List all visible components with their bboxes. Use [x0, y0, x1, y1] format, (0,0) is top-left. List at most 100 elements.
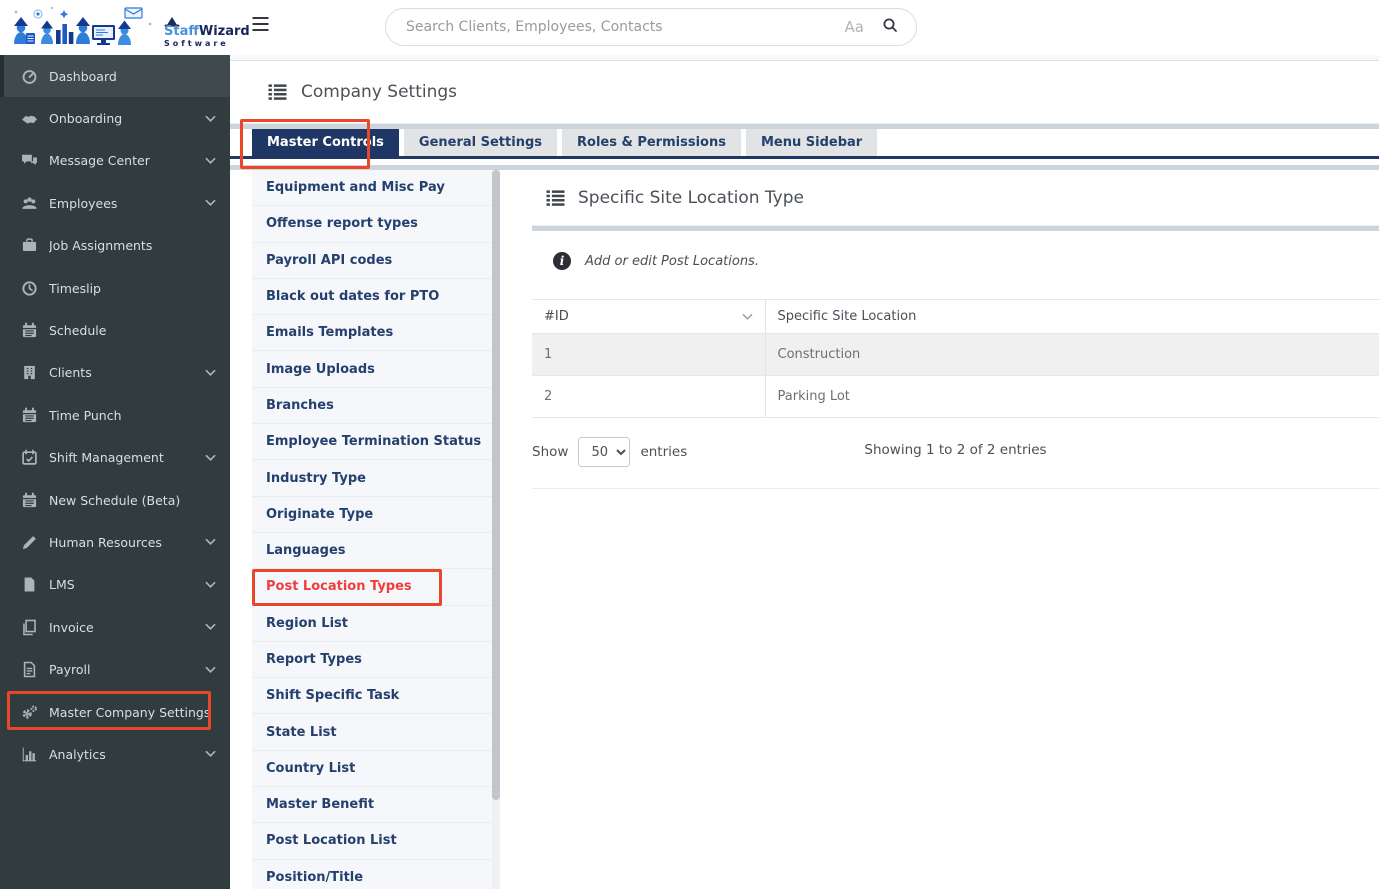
app-window: StaffWizard Software Aa Dashboard Onboar… [0, 0, 1379, 889]
sidebar-item-message-center[interactable]: Message Center [0, 140, 230, 182]
sidebar-item-onboarding[interactable]: Onboarding [0, 97, 230, 139]
sidebar: Dashboard Onboarding Message Center Empl… [0, 55, 230, 889]
brand-name-part1: Staff [164, 24, 199, 39]
clock-icon [22, 281, 37, 296]
chevron-down-icon [205, 624, 216, 631]
settings-item-image-uploads[interactable]: Image Uploads [252, 351, 492, 388]
settings-category-list: Equipment and Misc Pay Offense report ty… [252, 170, 500, 889]
list-scrollbar-thumb[interactable] [492, 170, 500, 800]
chevron-down-icon [205, 369, 216, 376]
chevron-down-icon [205, 751, 216, 758]
settings-item-region-list[interactable]: Region List [252, 606, 492, 642]
sidebar-item-label: Analytics [49, 746, 106, 762]
panel-bottom-divider [532, 488, 1379, 489]
info-text: Add or edit Post Locations. [585, 253, 759, 269]
entries-summary: Showing 1 to 2 of 2 entries [864, 442, 1047, 458]
dashboard-icon [22, 69, 37, 84]
sidebar-item-dashboard[interactable]: Dashboard [0, 55, 230, 98]
cell-id: 2 [532, 375, 766, 418]
sidebar-item-human-resources[interactable]: Human Resources [0, 521, 230, 563]
sidebar-item-employees[interactable]: Employees [0, 182, 230, 224]
sidebar-item-time-punch[interactable]: Time Punch [0, 394, 230, 436]
settings-item-post-location-list[interactable]: Post Location List [252, 823, 492, 860]
logo-illustration [14, 6, 152, 45]
list-scrollbar-track[interactable] [492, 170, 500, 889]
post-locations-table: #ID Specific Site Location 1 Constructio… [532, 299, 1379, 418]
sidebar-item-label: Shift Management [49, 450, 164, 466]
calendar-check-icon [22, 449, 37, 465]
file-icon [24, 577, 35, 592]
table-row[interactable]: 1 Construction [532, 333, 1379, 376]
chevron-down-icon [205, 666, 216, 673]
settings-item-equipment-and-misc-pay[interactable]: Equipment and Misc Pay [252, 170, 492, 207]
sidebar-item-shift-management[interactable]: Shift Management [0, 437, 230, 479]
column-header-id[interactable]: #ID [532, 299, 766, 334]
handshake-icon [22, 115, 37, 124]
settings-item-state-list[interactable]: State List [252, 714, 492, 751]
settings-item-branches[interactable]: Branches [252, 388, 492, 425]
menu-toggle-icon[interactable] [252, 16, 269, 31]
pencil-icon [22, 536, 36, 550]
sidebar-item-schedule[interactable]: Schedule [0, 309, 230, 351]
sidebar-item-payroll[interactable]: Payroll [0, 648, 230, 690]
settings-item-offense-report-types[interactable]: Offense report types [252, 206, 492, 243]
tab-roles-permissions[interactable]: Roles & Permissions [562, 129, 741, 156]
sidebar-item-label: Timeslip [49, 280, 101, 296]
sidebar-item-clients[interactable]: Clients [0, 352, 230, 394]
staffwizard-logo[interactable]: StaffWizard Software [8, 2, 250, 50]
info-icon: i [553, 252, 571, 270]
sidebar-item-label: Schedule [49, 323, 107, 339]
main-content: Company Settings Master Controls General… [230, 55, 1379, 889]
settings-item-country-list[interactable]: Country List [252, 751, 492, 788]
sidebar-item-label: LMS [49, 577, 75, 593]
entries-label: entries [640, 444, 688, 460]
sidebar-item-label: Message Center [49, 153, 150, 169]
chevron-down-icon [205, 539, 216, 546]
cell-id: 1 [532, 333, 766, 376]
settings-item-employee-termination-status[interactable]: Employee Termination Status [252, 424, 492, 461]
sidebar-item-analytics[interactable]: Analytics [0, 733, 230, 775]
sort-chevron-icon [742, 313, 752, 320]
sidebar-item-new-schedule-beta[interactable]: New Schedule (Beta) [0, 479, 230, 521]
sidebar-item-label: New Schedule (Beta) [49, 492, 181, 508]
column-header-location[interactable]: Specific Site Location [765, 299, 1379, 334]
chevron-down-icon [205, 157, 216, 164]
chevron-down-icon [205, 581, 216, 588]
page-header: Company Settings [230, 61, 1379, 124]
settings-item-position-title[interactable]: Position/Title [252, 860, 492, 889]
sidebar-item-label: Employees [49, 195, 118, 211]
settings-item-report-types[interactable]: Report Types [252, 642, 492, 679]
search-input[interactable] [406, 19, 845, 35]
settings-item-master-benefit[interactable]: Master Benefit [252, 787, 492, 824]
settings-item-emails-templates[interactable]: Emails Templates [252, 315, 492, 352]
sidebar-item-timeslip[interactable]: Timeslip [0, 267, 230, 309]
brand-name-part2: Wizard [198, 24, 250, 39]
panel-header: Specific Site Location Type [532, 170, 1379, 226]
sidebar-item-master-company-settings[interactable]: Master Company Settings [0, 691, 230, 733]
list-icon [546, 189, 565, 206]
sidebar-item-job-assignments[interactable]: Job Assignments [0, 225, 230, 267]
sidebar-item-lms[interactable]: LMS [0, 564, 230, 606]
settings-item-languages[interactable]: Languages [252, 533, 492, 570]
settings-item-originate-type[interactable]: Originate Type [252, 497, 492, 533]
sidebar-item-invoice[interactable]: Invoice [0, 606, 230, 648]
tabs: Master Controls General Settings Roles &… [230, 129, 1379, 159]
tab-master-controls[interactable]: Master Controls [252, 129, 399, 156]
page-size-select[interactable]: 50 [578, 437, 631, 467]
settings-item-shift-specific-task[interactable]: Shift Specific Task [252, 678, 492, 715]
table-row[interactable]: 2 Parking Lot [532, 375, 1379, 418]
cell-location: Construction [765, 333, 1379, 376]
tab-general-settings[interactable]: General Settings [403, 129, 557, 156]
settings-item-payroll-api-codes[interactable]: Payroll API codes [252, 243, 492, 279]
settings-item-post-location-types[interactable]: Post Location Types [252, 569, 492, 606]
file-text-icon [23, 661, 36, 678]
settings-item-industry-type[interactable]: Industry Type [252, 460, 492, 497]
search-icon[interactable] [882, 17, 898, 37]
tab-menu-sidebar[interactable]: Menu Sidebar [745, 129, 878, 156]
calendar-icon [22, 322, 37, 338]
case-sensitivity-toggle[interactable]: Aa [845, 18, 864, 36]
brand-text: StaffWizard Software [164, 4, 250, 48]
gears-icon [22, 705, 37, 719]
sidebar-item-label: Master Company Settings [49, 704, 211, 720]
settings-item-black-out-dates-for-pto[interactable]: Black out dates for PTO [252, 279, 492, 316]
